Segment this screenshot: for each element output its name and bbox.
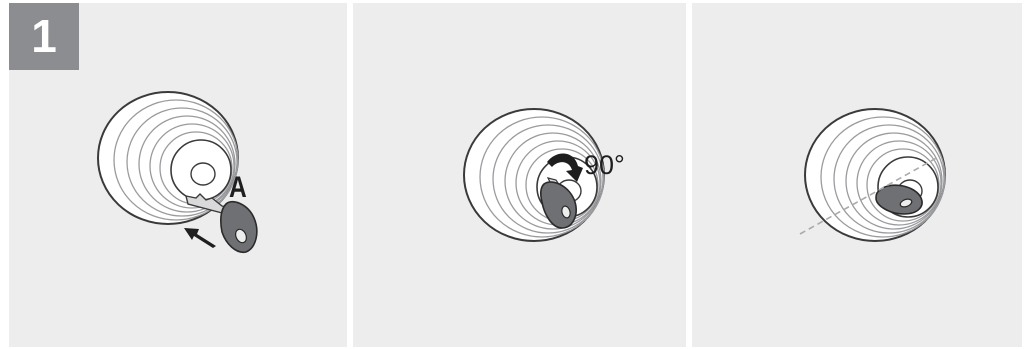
illustration-layer [97,91,946,254]
rotation-label: 90° [584,150,625,180]
insert-arrow-icon [184,228,216,248]
key-label-a: A [229,171,247,204]
deadbolt-icon [463,108,605,242]
deadbolt-icon [804,108,946,242]
